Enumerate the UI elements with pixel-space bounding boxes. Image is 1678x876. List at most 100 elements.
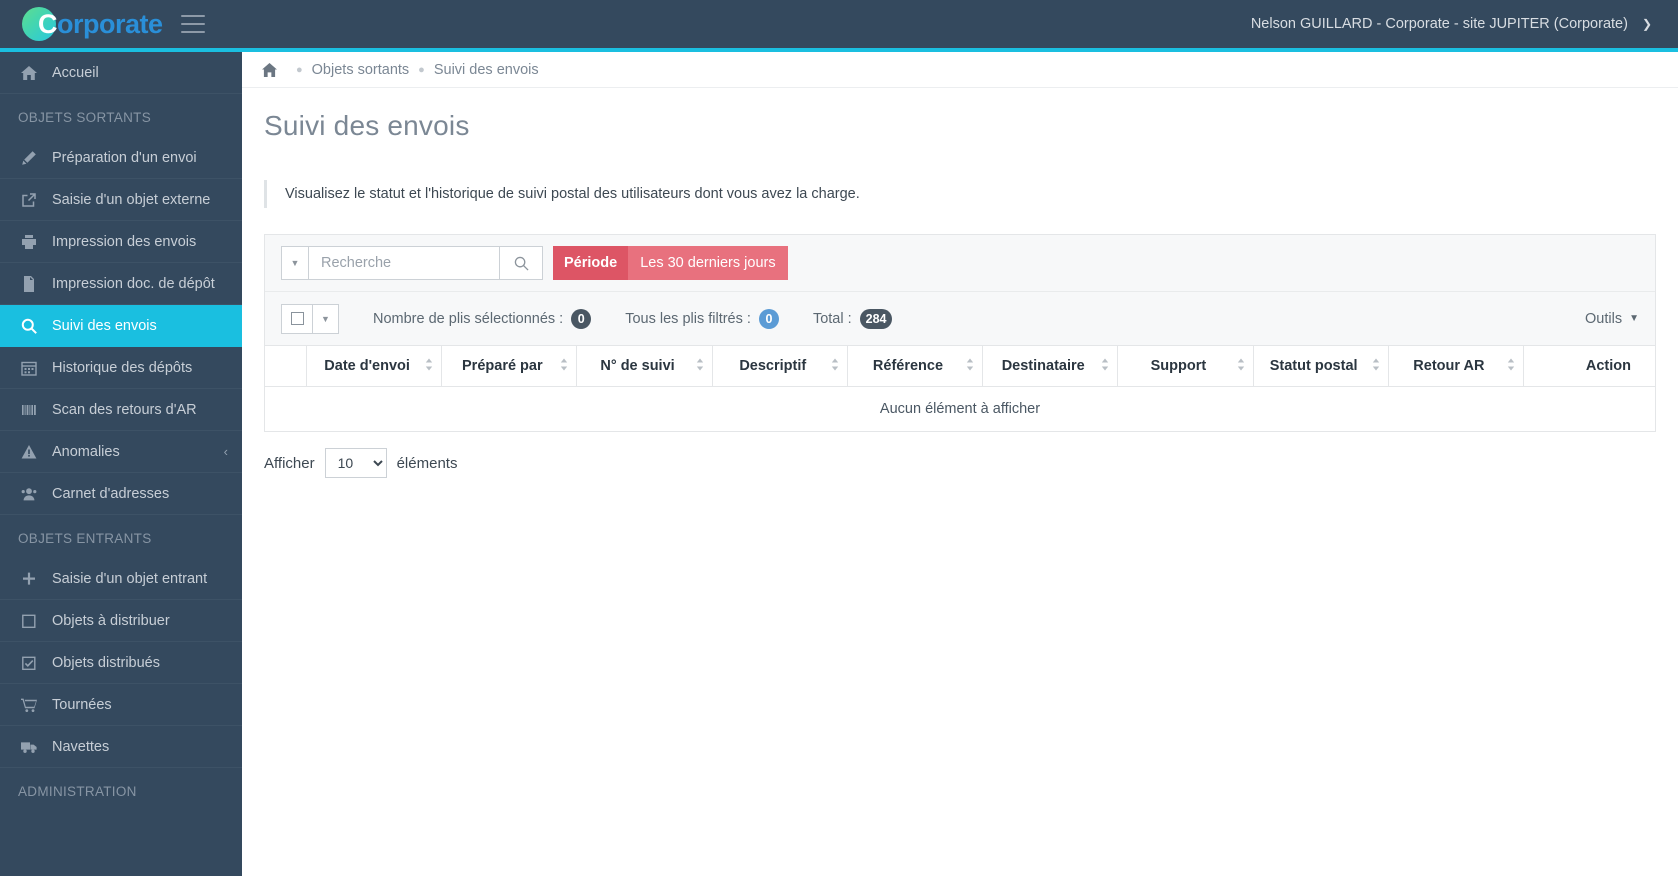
period-filter-key: Période (553, 246, 629, 280)
sidebar-item-tourn-es[interactable]: Tournées (0, 684, 242, 726)
table-header-destinataire[interactable]: Destinataire (982, 346, 1119, 387)
external-link-icon (18, 192, 40, 208)
sidebar-item-objets-distribuer[interactable]: Objets à distribuer (0, 600, 242, 642)
sidebar-item-scan-des-retours-d-ar[interactable]: Scan des retours d'AR (0, 389, 242, 431)
sort-icon (1101, 358, 1109, 374)
sidebar-item-label: Saisie d'un objet entrant (52, 570, 208, 587)
brand-area[interactable]: Corporate (0, 0, 242, 50)
table-header-label: Retour AR (1413, 358, 1485, 374)
table-header-label: Préparé par (462, 358, 543, 374)
sort-icon (966, 358, 974, 374)
user-menu[interactable]: Nelson GUILLARD - Corporate - site JUPIT… (1251, 16, 1678, 32)
checkbox-icon (290, 312, 304, 325)
table-header-action: Action (1523, 346, 1656, 387)
sort-icon (1237, 358, 1245, 374)
users-icon (18, 486, 40, 502)
sidebar-section-objets-entrants: OBJETS ENTRANTS (18, 531, 152, 546)
sidebar-item-label: Impression doc. de dépôt (52, 275, 215, 292)
sidebar-item-impression-des-envois[interactable]: Impression des envois (0, 221, 242, 263)
sidebar-item-historique-des-d-p-ts[interactable]: Historique des dépôts (0, 347, 242, 389)
select-all-checkbox[interactable] (281, 303, 313, 334)
select-all-dropdown[interactable]: ▼ (313, 303, 339, 334)
select-all-group: ▼ (281, 303, 339, 334)
sidebar-item-label: Navettes (52, 738, 110, 755)
table-header-label: Destinataire (1001, 358, 1085, 374)
tools-dropdown[interactable]: Outils ▼ (1585, 311, 1639, 327)
page-size-row: Afficher 102550100 éléments (264, 448, 1656, 478)
sort-icon (696, 358, 704, 374)
sidebar-item-anomalies[interactable]: Anomalies ‹ (0, 431, 242, 473)
cart-icon (18, 697, 40, 713)
table-empty-row: Aucun élément à afficher (264, 386, 1656, 432)
sort-icon (425, 358, 433, 374)
table-header-descriptif[interactable]: Descriptif (711, 346, 848, 387)
search-button[interactable] (499, 246, 543, 280)
table-body: Aucun élément à afficher (264, 386, 1656, 432)
table-header-pr-par-par[interactable]: Préparé par (441, 346, 578, 387)
count-total-badge: 284 (859, 308, 893, 329)
sidebar-item-label: Carnet d'adresses (52, 485, 170, 502)
table-header-retour-ar[interactable]: Retour AR (1387, 346, 1525, 387)
sidebar: Accueil OBJETS SORTANTS Préparation d'un e… (0, 52, 242, 876)
count-filtered-badge: 0 (758, 308, 779, 329)
sidebar-item-saisie-d-un-objet-entrant[interactable]: Saisie d'un objet entrant (0, 558, 242, 600)
info-banner: Visualisez le statut et l'historique de … (264, 180, 1678, 208)
sidebar-item-saisie-d-un-objet-externe[interactable]: Saisie d'un objet externe (0, 179, 242, 221)
count-selected: Nombre de plis sélectionnés : 0 (373, 308, 592, 329)
sidebar-item-label: Saisie d'un objet externe (52, 191, 211, 208)
table-header-label: Descriptif (739, 358, 807, 374)
sidebar-item-impression-doc-de-d-p-t[interactable]: Impression doc. de dépôt (0, 263, 242, 305)
table-header-n-de-suivi[interactable]: N° de suivi (576, 346, 713, 387)
breadcrumb-separator: ● (296, 63, 303, 76)
sort-icon (1507, 358, 1515, 374)
selection-row: ▼ Nombre de plis sélectionnés : 0 Tous l… (265, 291, 1655, 345)
sidebar-item-label: Anomalies (52, 443, 120, 460)
page-size-select[interactable]: 102550100 (324, 448, 387, 478)
sort-icon (560, 358, 568, 374)
breadcrumb-item-1[interactable]: Suivi des envois (434, 62, 539, 78)
calendar-icon (18, 360, 40, 376)
sidebar-item-navettes[interactable]: Navettes (0, 726, 242, 768)
home-icon[interactable] (262, 62, 277, 77)
search-scope-dropdown[interactable]: ▼ (281, 246, 309, 280)
show-label: Afficher (264, 454, 315, 472)
period-filter-badge[interactable]: Période Les 30 derniers jours (553, 246, 788, 280)
table-header-date-d-envoi[interactable]: Date d'envoi (305, 346, 443, 387)
sidebar-item-label: Préparation d'un envoi (52, 149, 197, 166)
search-input[interactable] (309, 246, 499, 280)
table-header-label: Support (1150, 358, 1207, 374)
square-icon (18, 613, 40, 629)
caret-down-icon: ▼ (290, 258, 300, 268)
elements-label: éléments (396, 454, 458, 472)
table-header-checkbox (264, 346, 307, 387)
tools-label: Outils (1585, 310, 1623, 327)
warning-icon (18, 444, 40, 460)
chevron-left-icon: ‹ (223, 444, 228, 459)
table-header-r-f-rence[interactable]: Référence (846, 346, 984, 387)
sidebar-item-label: Objets distribués (52, 654, 160, 671)
table-empty-message: Aucun élément à afficher (264, 386, 1656, 432)
sidebar-item-accueil[interactable]: Accueil (0, 52, 242, 94)
sidebar-section-objets-sortants: OBJETS SORTANTS (18, 110, 152, 125)
count-filtered: Tous les plis filtrés : 0 (625, 308, 779, 329)
sidebar-item-suivi-des-envois[interactable]: Suivi des envois (0, 305, 242, 347)
sidebar-item-label: Objets à distribuer (52, 612, 170, 629)
table-header-statut-postal[interactable]: Statut postal (1252, 346, 1389, 387)
sidebar-item-label: Historique des dépôts (52, 359, 193, 376)
breadcrumb-separator: ● (418, 63, 425, 76)
home-icon (18, 65, 40, 81)
sidebar-item-pr-paration-d-un-envoi[interactable]: Préparation d'un envoi (0, 137, 242, 179)
filter-panel: ▼ Période Les 30 derniers jours ▼ Nombre… (264, 234, 1656, 346)
table-header-label: N° de suivi (600, 358, 675, 374)
logo-letter-c: C (38, 8, 58, 39)
hamburger-icon[interactable] (180, 15, 205, 33)
sidebar-item-carnet-d-adresses[interactable]: Carnet d'adresses (0, 473, 242, 515)
plus-icon (18, 571, 40, 587)
table-header-support[interactable]: Support (1117, 346, 1254, 387)
sort-icon (1372, 358, 1380, 374)
sidebar-item-objets-distribu-s[interactable]: Objets distribués (0, 642, 242, 684)
count-total: Total : 284 (813, 308, 893, 329)
user-label: Nelson GUILLARD - Corporate - site JUPIT… (1250, 16, 1628, 32)
top-bar: Corporate Nelson GUILLARD - Corporate - … (0, 0, 1678, 52)
breadcrumb-item-0[interactable]: Objets sortants (312, 62, 410, 78)
